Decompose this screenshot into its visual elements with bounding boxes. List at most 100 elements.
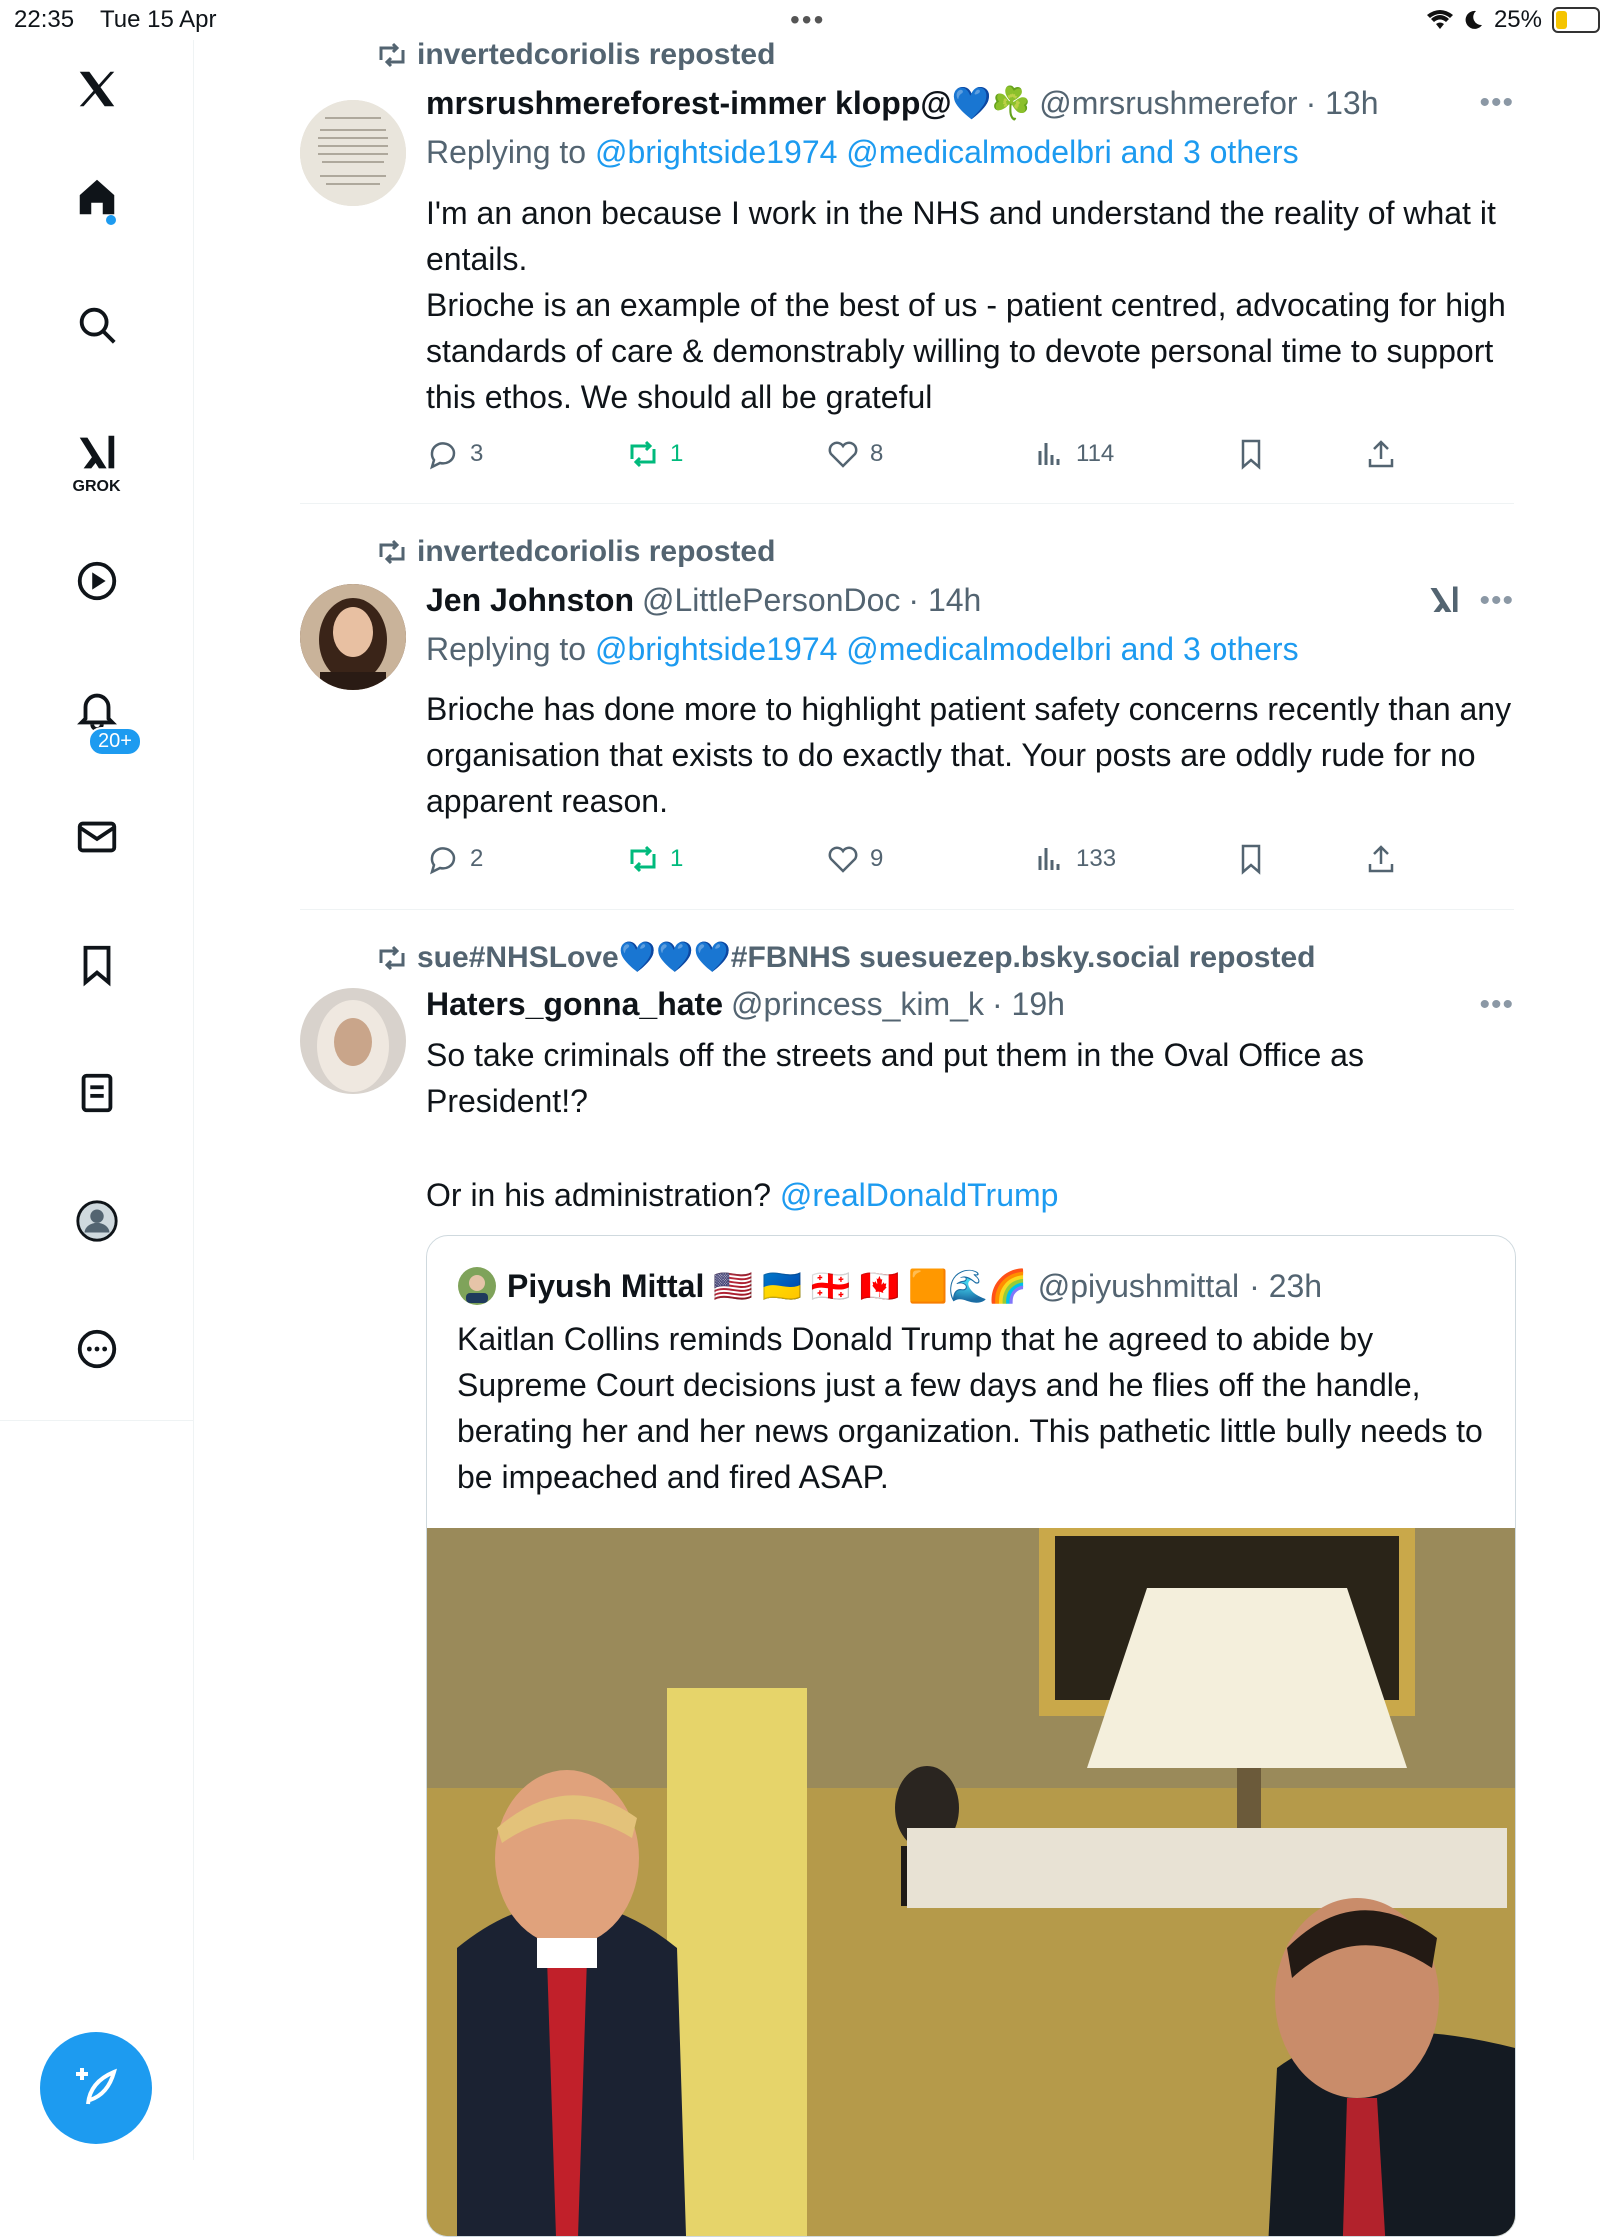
list-icon[interactable] bbox=[0, 1070, 193, 1116]
tweet-header: Jen Johnston @LittlePersonDoc · 14h bbox=[426, 582, 981, 619]
tweet-time[interactable]: · 13h bbox=[1306, 85, 1379, 122]
tweet-divider bbox=[300, 503, 1514, 504]
reply-count: 3 bbox=[470, 440, 484, 467]
avatar bbox=[458, 1267, 496, 1305]
repost-context: invertedcoriolis reposted bbox=[377, 535, 775, 569]
tweet-actions: 2 1 9 133 bbox=[426, 842, 1426, 882]
tweet-text: I'm an anon because I work in the NHS an… bbox=[426, 195, 1506, 415]
heart-icon bbox=[828, 441, 858, 468]
avatar[interactable] bbox=[300, 988, 406, 1094]
moon-icon bbox=[1465, 10, 1482, 29]
tweet-text: Brioche has done more to highlight patie… bbox=[426, 691, 1512, 819]
quote-text: Kaitlan Collins reminds Donald Trump tha… bbox=[457, 1321, 1483, 1495]
replying-prefix: Replying to bbox=[426, 631, 587, 667]
compose-button[interactable] bbox=[40, 2032, 152, 2144]
status-indicators: 25% bbox=[1426, 6, 1600, 34]
avatar[interactable] bbox=[300, 100, 406, 206]
wifi-icon bbox=[1426, 10, 1453, 29]
home-icon[interactable] bbox=[0, 174, 193, 220]
author-handle[interactable]: @LittlePersonDoc bbox=[642, 582, 900, 619]
like-button[interactable]: 9 bbox=[826, 842, 883, 876]
replying-to-links[interactable]: @brightside1974 @medicalmodelbri and 3 o… bbox=[595, 134, 1299, 170]
replying-to: Replying to @brightside1974 @medicalmode… bbox=[426, 631, 1299, 668]
quoted-tweet[interactable]: Piyush Mittal 🇺🇸 🇺🇦 🇬🇪 🇨🇦 🟧🌊🌈 @piyushmit… bbox=[426, 1235, 1516, 2237]
reply-icon bbox=[430, 442, 456, 470]
more-options-icon[interactable]: ••• bbox=[1479, 584, 1514, 618]
quote-time: · 23h bbox=[1249, 1267, 1323, 1304]
repost-button[interactable]: 1 bbox=[626, 437, 683, 471]
reply-icon bbox=[430, 847, 456, 875]
repost-context: sue#NHSLove💙💙💙#FBNHS suesuezep.bsky.soci… bbox=[377, 940, 1315, 975]
repost-icon bbox=[379, 945, 405, 970]
quote-handle[interactable]: @piyushmittal bbox=[1038, 1268, 1239, 1305]
grok-icon[interactable] bbox=[1426, 582, 1462, 623]
bookmark-button[interactable] bbox=[1234, 437, 1268, 471]
mention-link[interactable]: @realDonaldTrump bbox=[780, 1177, 1059, 1213]
tweet-time[interactable]: · 19h bbox=[992, 986, 1065, 1023]
bookmark-icon bbox=[1241, 439, 1261, 470]
multitasking-dots-icon[interactable]: ••• bbox=[790, 4, 825, 36]
share-button[interactable] bbox=[1364, 842, 1398, 876]
author-name[interactable]: Jen Johnston bbox=[426, 582, 634, 619]
view-count: 114 bbox=[1076, 440, 1115, 467]
tweet-time[interactable]: · 14h bbox=[908, 582, 981, 619]
repost-count: 1 bbox=[670, 845, 684, 872]
reposted-by: invertedcoriolis reposted bbox=[417, 38, 776, 71]
bell-icon[interactable] bbox=[0, 686, 193, 732]
battery-icon bbox=[1552, 7, 1600, 33]
mail-icon[interactable] bbox=[0, 814, 193, 860]
replying-prefix: Replying to bbox=[426, 134, 587, 170]
replying-to-links[interactable]: @brightside1974 @medicalmodelbri and 3 o… bbox=[595, 631, 1299, 667]
like-button[interactable]: 8 bbox=[826, 437, 883, 471]
bookmark-button[interactable] bbox=[1234, 842, 1268, 876]
profile-icon[interactable] bbox=[0, 1198, 193, 1244]
author-handle[interactable]: @princess_kim_k bbox=[731, 986, 984, 1023]
compose-icon bbox=[76, 2068, 118, 2105]
quote-video[interactable] bbox=[427, 1520, 1515, 2236]
repost-icon bbox=[379, 42, 405, 68]
quote-author[interactable]: Piyush Mittal 🇺🇸 🇺🇦 🇬🇪 🇨🇦 🟧🌊🌈 bbox=[507, 1267, 1028, 1305]
views-icon bbox=[1038, 848, 1060, 870]
avatar[interactable] bbox=[300, 584, 406, 690]
repost-context: invertedcoriolis reposted bbox=[377, 38, 775, 72]
grok-label: GROK bbox=[72, 478, 121, 495]
sidebar-divider bbox=[0, 1420, 193, 1421]
video-icon[interactable] bbox=[0, 558, 193, 604]
grok-icon[interactable] bbox=[0, 430, 193, 476]
more-icon[interactable] bbox=[0, 1326, 193, 1372]
repost-count: 1 bbox=[670, 440, 684, 467]
tweet-header: mrsrushmereforest-immer klopp@💙☘️ @mrsru… bbox=[426, 84, 1379, 122]
like-count: 8 bbox=[870, 440, 884, 467]
reply-button[interactable]: 2 bbox=[426, 842, 483, 876]
views-button[interactable]: 133 bbox=[1032, 842, 1116, 876]
author-handle[interactable]: @mrsrushmerefor bbox=[1039, 85, 1297, 122]
views-button[interactable]: 114 bbox=[1032, 437, 1114, 471]
video-thumbnail bbox=[427, 1520, 1515, 2236]
views-icon bbox=[1038, 443, 1060, 465]
heart-icon bbox=[828, 846, 858, 873]
author-name[interactable]: Haters_gonna_hate bbox=[426, 986, 723, 1023]
reposted-by: sue#NHSLove💙💙💙#FBNHS suesuezep.bsky.soci… bbox=[417, 941, 1316, 974]
tweet-divider bbox=[300, 909, 1514, 910]
repost-icon bbox=[630, 845, 656, 873]
tweet-actions: 3 1 8 114 bbox=[426, 437, 1426, 477]
more-options-icon[interactable]: ••• bbox=[1479, 988, 1514, 1022]
tweet-text: So take criminals off the streets and pu… bbox=[426, 1037, 1364, 1119]
reply-button[interactable]: 3 bbox=[426, 437, 483, 471]
home-notification-dot bbox=[106, 215, 116, 225]
tweet-header: Haters_gonna_hate @princess_kim_k · 19h bbox=[426, 986, 1065, 1023]
repost-icon bbox=[630, 440, 656, 468]
repost-button[interactable]: 1 bbox=[626, 842, 683, 876]
more-options-icon[interactable]: ••• bbox=[1479, 86, 1514, 120]
bookmark-icon[interactable] bbox=[0, 942, 193, 988]
x-logo-icon[interactable] bbox=[0, 66, 193, 112]
replying-to: Replying to @brightside1974 @medicalmode… bbox=[426, 134, 1299, 171]
reposted-by: invertedcoriolis reposted bbox=[417, 535, 776, 568]
author-name[interactable]: mrsrushmereforest-immer klopp@💙☘️ bbox=[426, 84, 1031, 122]
view-count: 133 bbox=[1076, 845, 1117, 872]
search-icon[interactable] bbox=[0, 302, 193, 348]
share-icon bbox=[1368, 845, 1394, 873]
share-button[interactable] bbox=[1364, 437, 1398, 471]
status-time: 22:35 bbox=[14, 6, 75, 33]
share-icon bbox=[1368, 440, 1394, 468]
